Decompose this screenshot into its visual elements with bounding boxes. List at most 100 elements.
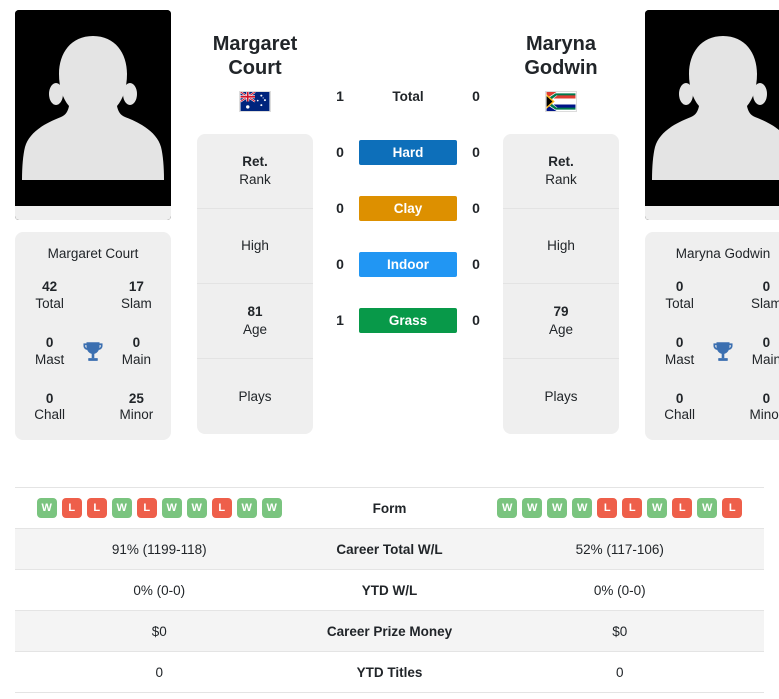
- form-badge-win[interactable]: W: [236, 498, 257, 518]
- stat-total: 0 Total: [651, 279, 708, 313]
- right-last-name: Godwin: [524, 57, 598, 80]
- stat-slam: 0 Slam: [738, 279, 779, 313]
- right-player-name: Maryna Godwin: [524, 32, 597, 81]
- info-value: 81: [247, 304, 263, 320]
- stat-label: Minor: [119, 407, 154, 423]
- form-badge-loss[interactable]: L: [211, 498, 232, 518]
- form-badge-win[interactable]: W: [36, 498, 57, 518]
- left-first-name: Margaret: [212, 33, 298, 55]
- stat-value: 0: [762, 390, 771, 406]
- h2h-surface-chip-indoor[interactable]: Indoor: [359, 251, 457, 277]
- table-row-ytd-titles: 0 YTD Titles 0: [15, 652, 764, 693]
- form-badge-loss[interactable]: L: [136, 498, 157, 518]
- right-form-cell: WWWWLLWLWL: [476, 498, 765, 518]
- form-badge-win[interactable]: W: [647, 498, 668, 518]
- h2h-surface-label: Total: [392, 88, 424, 104]
- trophy-icon: [713, 341, 733, 361]
- h2h-surface: Total: [357, 89, 459, 104]
- right-form-strip: WWWWLLWLWL: [497, 498, 743, 518]
- left-player-column: Margaret Court 42 Total 17 Slam 0 Mast 0…: [15, 10, 171, 441]
- info-label: High: [547, 238, 575, 253]
- left-player-photo[interactable]: [15, 10, 171, 220]
- left-info-plays: Plays: [197, 359, 313, 434]
- left-titles-card: Margaret Court 42 Total 17 Slam 0 Mast 0…: [15, 232, 171, 441]
- stat-minor: 25 Minor: [108, 391, 165, 425]
- h2h-surface-chip-grass[interactable]: Grass: [359, 307, 457, 333]
- form-badge-win[interactable]: W: [697, 498, 718, 518]
- trophy-icon: [78, 339, 108, 365]
- form-badge-win[interactable]: W: [186, 498, 207, 518]
- h2h-left-score: 1: [336, 312, 344, 328]
- left-ytd-titles: 0: [155, 664, 163, 680]
- titles-row: 0 Mast 0 Main: [651, 335, 779, 369]
- titles-row: 0 Chall 0 Minor: [651, 391, 779, 425]
- form-badge-win[interactable]: W: [161, 498, 182, 518]
- form-badge-loss[interactable]: L: [622, 498, 643, 518]
- info-label: Plays: [544, 388, 578, 404]
- trophy-icon: [83, 341, 103, 361]
- info-value: 79: [553, 304, 569, 320]
- flag-south-africa-icon: [545, 90, 577, 112]
- row-label-form: Form: [372, 500, 407, 516]
- comparison-header: Margaret Court 42 Total 17 Slam 0 Mast 0…: [0, 0, 779, 441]
- form-badge-loss[interactable]: L: [722, 498, 743, 518]
- right-player-photo[interactable]: [645, 10, 779, 220]
- h2h-surface-chip-clay[interactable]: Clay: [359, 195, 457, 221]
- left-info-rank: Ret. Rank: [197, 134, 313, 209]
- form-badge-win[interactable]: W: [261, 498, 282, 518]
- stat-main: 0 Main: [108, 335, 165, 369]
- form-badge-win[interactable]: W: [522, 498, 543, 518]
- info-label: High: [241, 238, 269, 253]
- left-card-player-name: Margaret Court: [47, 246, 139, 261]
- form-badge-loss[interactable]: L: [672, 498, 693, 518]
- comparison-table: WLLWLWWLWW Form WWWWLLWLWL 91% (1199-118…: [15, 487, 764, 693]
- info-label: Rank: [545, 171, 577, 187]
- row-label-career-prize-money: Career Prize Money: [326, 623, 453, 639]
- left-last-name: Court: [228, 57, 282, 80]
- h2h-surface: Hard: [357, 139, 459, 165]
- h2h-row-total: 1 Total 0: [323, 68, 493, 124]
- form-badge-win[interactable]: W: [572, 498, 593, 518]
- stat-mast: 0 Mast: [651, 335, 708, 369]
- h2h-right-score: 0: [472, 144, 480, 160]
- left-form-cell: WLLWLWWLWW: [15, 498, 304, 518]
- row-label-career-total-wl: Career Total W/L: [336, 541, 443, 557]
- left-player-name: Margaret Court: [213, 32, 297, 81]
- left-ytd-wl: 0% (0-0): [133, 582, 186, 598]
- trophy-icon: [708, 339, 738, 365]
- h2h-surface-chip-hard[interactable]: Hard: [359, 139, 457, 165]
- right-titles-card: Maryna Godwin 0 Total 0 Slam 0 Mast 0 Ma…: [645, 232, 779, 441]
- info-label: Age: [242, 321, 268, 337]
- form-badge-win[interactable]: W: [497, 498, 518, 518]
- stat-label: Slam: [751, 295, 779, 311]
- titles-row: 0 Total 0 Slam: [651, 279, 779, 313]
- form-badge-loss[interactable]: L: [86, 498, 107, 518]
- h2h-left-score: 0: [336, 256, 344, 272]
- stat-label: Slam: [121, 295, 152, 311]
- h2h-surface: Indoor: [357, 251, 459, 277]
- right-info-age: 79 Age: [503, 284, 619, 359]
- right-career-total-wl: 52% (117-106): [575, 541, 664, 557]
- h2h-right-score: 0: [472, 256, 480, 272]
- h2h-right-score: 0: [472, 312, 480, 328]
- form-badge-win[interactable]: W: [547, 498, 568, 518]
- row-label-ytd-wl: YTD W/L: [361, 582, 418, 598]
- h2h-row-clay: 0 Clay 0: [323, 180, 493, 236]
- info-value: Ret.: [548, 154, 574, 170]
- titles-row: 0 Chall 25 Minor: [21, 391, 165, 425]
- h2h-left-score: 1: [336, 88, 344, 104]
- right-info-high: High: [503, 209, 619, 284]
- h2h-row-indoor: 0 Indoor 0: [323, 236, 493, 292]
- form-badge-loss[interactable]: L: [61, 498, 82, 518]
- row-label-ytd-titles: YTD Titles: [356, 664, 423, 680]
- right-first-name: Maryna: [525, 33, 596, 55]
- form-badge-loss[interactable]: L: [597, 498, 618, 518]
- stat-value: 0: [675, 279, 684, 294]
- right-ytd-titles: 0: [615, 664, 624, 680]
- left-player-identity: Margaret Court Ret. Rank High 81 Age Pla…: [195, 10, 315, 434]
- titles-row: 42 Total 17 Slam: [21, 279, 165, 313]
- stat-label: Chall: [34, 407, 65, 423]
- table-row-ytd-wl: 0% (0-0) YTD W/L 0% (0-0): [15, 570, 764, 611]
- stat-value: 0: [45, 390, 54, 406]
- form-badge-win[interactable]: W: [111, 498, 132, 518]
